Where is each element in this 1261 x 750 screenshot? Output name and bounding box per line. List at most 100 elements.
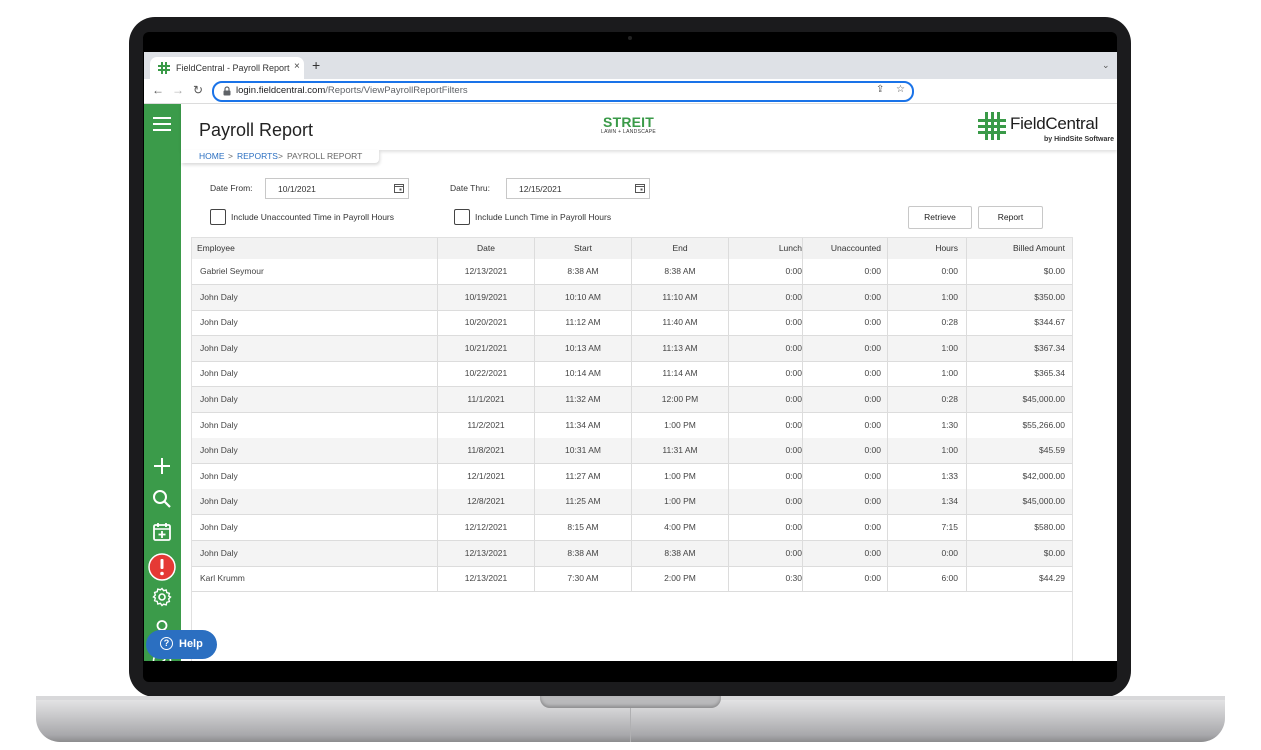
date-thru-label: Date Thru: [450,183,491,193]
column-header-unaccounted[interactable]: Unaccounted [803,238,881,259]
cell-unaccounted: 0:00 [864,394,881,404]
table-row[interactable]: John Daly 12/13/2021 8:38 AM 8:38 AM 0:00 0:0… [192,540,1072,567]
cell-end: 1:00 PM [664,496,696,507]
cell-end: 1:00 PM [664,470,696,481]
cell-start: 8:38 AM [567,266,599,276]
help-button[interactable]: ? Help [146,630,217,659]
cell-unaccounted: 0:00 [864,470,881,481]
table-row[interactable]: Karl Krumm 12/13/2021 7:30 AM 2:00 PM 0:30 0:… [192,566,1072,593]
url-host: login.fieldcentral.com [236,85,326,96]
cell-billed-amount: $45.59 [1039,445,1065,456]
calendar-icon[interactable] [394,183,404,193]
column-header-start[interactable]: Start [535,238,631,259]
cell-date: 12/12/2021 [464,522,508,532]
table-row[interactable]: John Daly 10/19/2021 10:10 AM 11:10 AM 0:00 0… [192,284,1072,311]
payroll-table: Employee Date Start End Lunch Unaccounted Hour… [191,237,1073,661]
column-header-billed-amount[interactable]: Billed Amount [959,238,1065,259]
cell-employee: John Daly [200,394,238,404]
cell-billed-amount: $0.00 [1043,266,1065,276]
cell-unaccounted: 0:00 [864,496,881,507]
column-header-hours[interactable]: Hours [882,238,958,259]
include-unaccounted-checkbox[interactable] [210,209,226,225]
breadcrumb-separator: > [228,151,233,161]
column-header-date[interactable]: Date [438,238,534,259]
breadcrumb-home[interactable]: HOME [199,151,225,161]
search-icon[interactable] [151,488,173,510]
column-header-end[interactable]: End [632,238,728,259]
cell-start: 10:14 AM [565,368,601,379]
date-thru-value: 12/15/2021 [519,184,562,194]
cell-date: 12/13/2021 [464,266,508,276]
screen: FieldCentral - Payroll Report × + ⌄ ← → … [144,52,1117,661]
table-row[interactable]: John Daly 11/1/2021 11:32 AM 12:00 PM 0:00 0:… [192,387,1072,413]
cell-billed-amount: $45,000.00 [1022,394,1065,404]
cell-billed-amount: $367.34 [1034,342,1065,353]
cell-date: 10/21/2021 [464,342,508,353]
app-sidebar [144,104,181,661]
cell-lunch: 0:00 [785,522,802,532]
laptop-base-seam [630,708,631,742]
table-row[interactable]: John Daly 12/12/2021 8:15 AM 4:00 PM 0:00 0:0… [192,515,1072,541]
table-row[interactable]: John Daly 10/20/2021 11:12 AM 11:40 AM 0:00 0… [192,310,1072,337]
breadcrumb-separator: > [278,151,283,161]
share-icon[interactable]: ⇪ [876,84,884,95]
back-arrow-icon[interactable]: ← [152,83,164,97]
table-row[interactable]: John Daly 12/8/2021 11:25 AM 1:00 PM 0:00 0:0… [192,489,1072,516]
cell-date: 11/2/2021 [467,419,505,430]
retrieve-button[interactable]: Retrieve [908,206,972,229]
bookmark-star-icon[interactable]: ☆ [896,84,905,95]
column-divider [966,238,967,591]
cell-hours: 6:00 [941,573,958,584]
forward-arrow-icon[interactable]: → [172,83,184,97]
cell-date: 12/13/2021 [464,547,508,558]
cell-hours: 1:00 [941,291,958,302]
cell-start: 11:32 AM [565,394,601,404]
client-logo-sub: LAWN + LANDSCAPE [601,129,657,135]
alert-icon[interactable] [148,553,176,581]
app-header: Payroll Report STREIT LAWN + LANDSCAPE F… [181,104,1117,150]
cell-end: 12:00 PM [661,394,699,404]
new-tab-button[interactable]: + [312,58,320,72]
cell-hours: 1:00 [941,368,958,379]
column-header-lunch[interactable]: Lunch [729,238,802,259]
calendar-icon[interactable] [635,183,645,193]
cell-hours: 0:28 [941,317,958,328]
table-row[interactable]: John Daly 10/22/2021 10:14 AM 11:14 AM 0:00 0… [192,361,1072,388]
report-button[interactable]: Report [978,206,1043,229]
fieldcentral-logo: FieldCentral by HindSite Software [978,112,1114,145]
reload-icon[interactable]: ↻ [193,83,203,97]
cell-lunch: 0:30 [785,573,802,584]
cell-hours: 1:34 [941,496,958,507]
cell-billed-amount: $0.00 [1043,547,1065,558]
breadcrumb-reports[interactable]: REPORTS [237,151,278,161]
cell-employee: John Daly [200,291,238,302]
cell-billed-amount: $580.00 [1034,522,1065,532]
cell-billed-amount: $344.67 [1034,317,1065,328]
tab-search-chevron-icon[interactable]: ⌄ [1102,60,1110,71]
table-row[interactable]: John Daly 11/2/2021 11:34 AM 1:00 PM 0:00 0:0… [192,413,1072,439]
cell-lunch: 0:00 [785,317,802,328]
add-icon[interactable] [151,455,173,477]
include-lunch-checkbox[interactable] [454,209,470,225]
cell-end: 8:38 AM [664,266,696,276]
column-header-employee[interactable]: Employee [197,238,437,259]
table-row[interactable]: John Daly 11/8/2021 10:31 AM 11:31 AM 0:00 0:… [192,438,1072,465]
table-row[interactable]: Gabriel Seymour 12/13/2021 8:38 AM 8:38 AM 0… [192,259,1072,285]
table-header: Employee Date Start End Lunch Unaccounted Hour… [192,238,1072,259]
cell-lunch: 0:00 [785,445,802,456]
cell-end: 11:31 AM [662,445,698,456]
cell-date: 10/22/2021 [464,368,508,379]
cell-billed-amount: $44.29 [1039,573,1065,584]
table-row[interactable]: John Daly 10/21/2021 10:13 AM 11:13 AM 0:00 0… [192,335,1072,362]
tab-close-icon[interactable]: × [294,61,300,72]
menu-icon[interactable] [151,113,173,135]
date-thru-field[interactable]: 12/15/2021 [506,178,650,199]
calendar-add-icon[interactable] [151,521,173,543]
address-bar[interactable]: login.fieldcentral.com/Reports/ViewPayro… [212,81,914,102]
settings-icon[interactable] [151,586,173,608]
date-from-field[interactable]: 10/1/2021 [265,178,409,199]
cell-unaccounted: 0:00 [864,445,881,456]
browser-tab[interactable]: FieldCentral - Payroll Report × [150,57,304,79]
cell-billed-amount: $42,000.00 [1022,470,1065,481]
table-row[interactable]: John Daly 12/1/2021 11:27 AM 1:00 PM 0:00 0:0… [192,464,1072,490]
